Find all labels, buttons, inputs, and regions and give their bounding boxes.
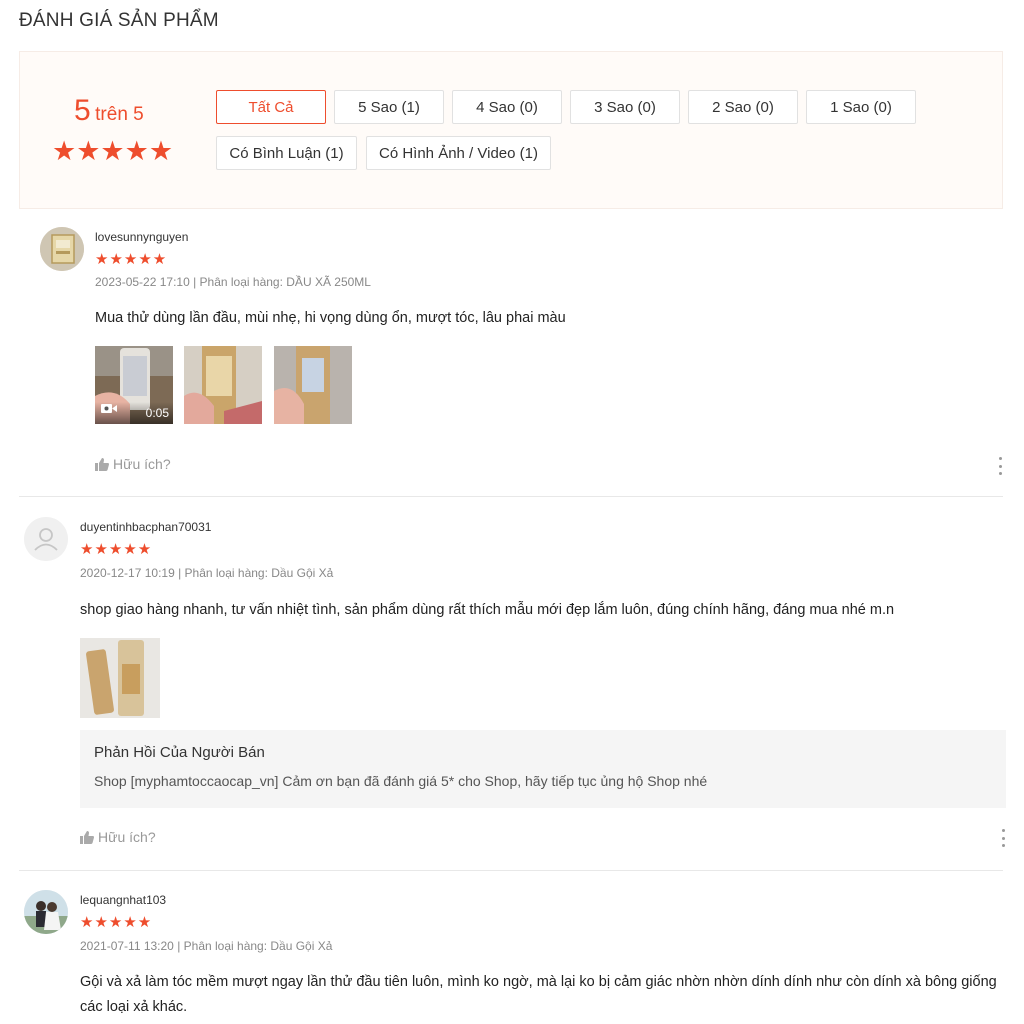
video-duration: 0:05 [145, 406, 169, 420]
review-image-thumbnail[interactable] [80, 638, 160, 718]
score-value: 5 [74, 94, 91, 127]
avatar[interactable] [24, 890, 68, 934]
default-user-icon [24, 517, 68, 561]
rating-overview: 5 trên 5 ★★★★★ Tất Cả 5 Sao (1) 4 Sao (0… [19, 51, 1003, 209]
score-suffix: trên 5 [95, 104, 144, 125]
page-title: ĐÁNH GIÁ SẢN PHẨM [19, 10, 219, 31]
review-meta: 2023-05-22 17:10 | Phân loại hàng: DẦU X… [95, 275, 371, 289]
review-image-thumbnail[interactable] [274, 346, 352, 424]
review-content: Mua thử dùng lần đầu, mùi nhẹ, hi vọng d… [95, 310, 566, 326]
more-options-icon[interactable] [1000, 829, 1006, 847]
overall-score: 5 trên 5 [74, 94, 144, 128]
helpful-button[interactable]: Hữu ích? [80, 829, 156, 845]
review-content: Gội và xả làm tóc mềm mượt ngay lần thử … [80, 974, 997, 1015]
username: lequangnhat103 [80, 893, 167, 907]
overall-stars: ★★★★★ [52, 136, 174, 166]
video-camera-icon [101, 401, 117, 419]
filter-5-star[interactable]: 5 Sao (1) [334, 90, 444, 124]
review-stars: ★★★★★ [80, 541, 153, 558]
filter-2-star[interactable]: 2 Sao (0) [688, 90, 798, 124]
username: lovesunnynguyen [95, 230, 189, 244]
thumbs-up-icon [95, 457, 109, 471]
divider [19, 870, 1003, 871]
thumbs-up-icon [80, 830, 94, 844]
username: duyentinhbacphan70031 [80, 520, 212, 534]
seller-reply: Phản Hồi Của Người Bán Shop [myphamtocca… [80, 730, 1006, 808]
review-content: shop giao hàng nhanh, tư vấn nhiệt tình,… [80, 602, 895, 618]
filter-3-star[interactable]: 3 Sao (0) [570, 90, 680, 124]
filter-all[interactable]: Tất Cả [216, 90, 326, 124]
review-meta: 2020-12-17 10:19 | Phân loại hàng: Dầu G… [80, 566, 334, 580]
filter-with-comment[interactable]: Có Bình Luận (1) [216, 136, 357, 170]
helpful-label: Hữu ích? [113, 456, 171, 472]
avatar[interactable] [24, 517, 68, 561]
avatar[interactable] [40, 227, 84, 271]
seller-reply-text: Shop [myphamtoccaocap_vn] Cảm ơn bạn đã … [94, 773, 708, 789]
review-video-thumbnail[interactable]: 0:05 [95, 346, 173, 424]
review-stars: ★★★★★ [80, 914, 153, 931]
helpful-button[interactable]: Hữu ích? [95, 456, 171, 472]
filter-1-star[interactable]: 1 Sao (0) [806, 90, 916, 124]
review-stars: ★★★★★ [95, 251, 168, 268]
review-meta: 2021-07-11 13:20 | Phân loại hàng: Dầu G… [80, 939, 333, 953]
more-options-icon[interactable] [997, 457, 1003, 475]
seller-reply-title: Phản Hồi Của Người Bán [94, 744, 265, 761]
filter-with-media[interactable]: Có Hình Ảnh / Video (1) [366, 136, 551, 170]
helpful-label: Hữu ích? [98, 829, 156, 845]
divider [19, 496, 1003, 497]
filter-4-star[interactable]: 4 Sao (0) [452, 90, 562, 124]
review-image-thumbnail[interactable] [184, 346, 262, 424]
